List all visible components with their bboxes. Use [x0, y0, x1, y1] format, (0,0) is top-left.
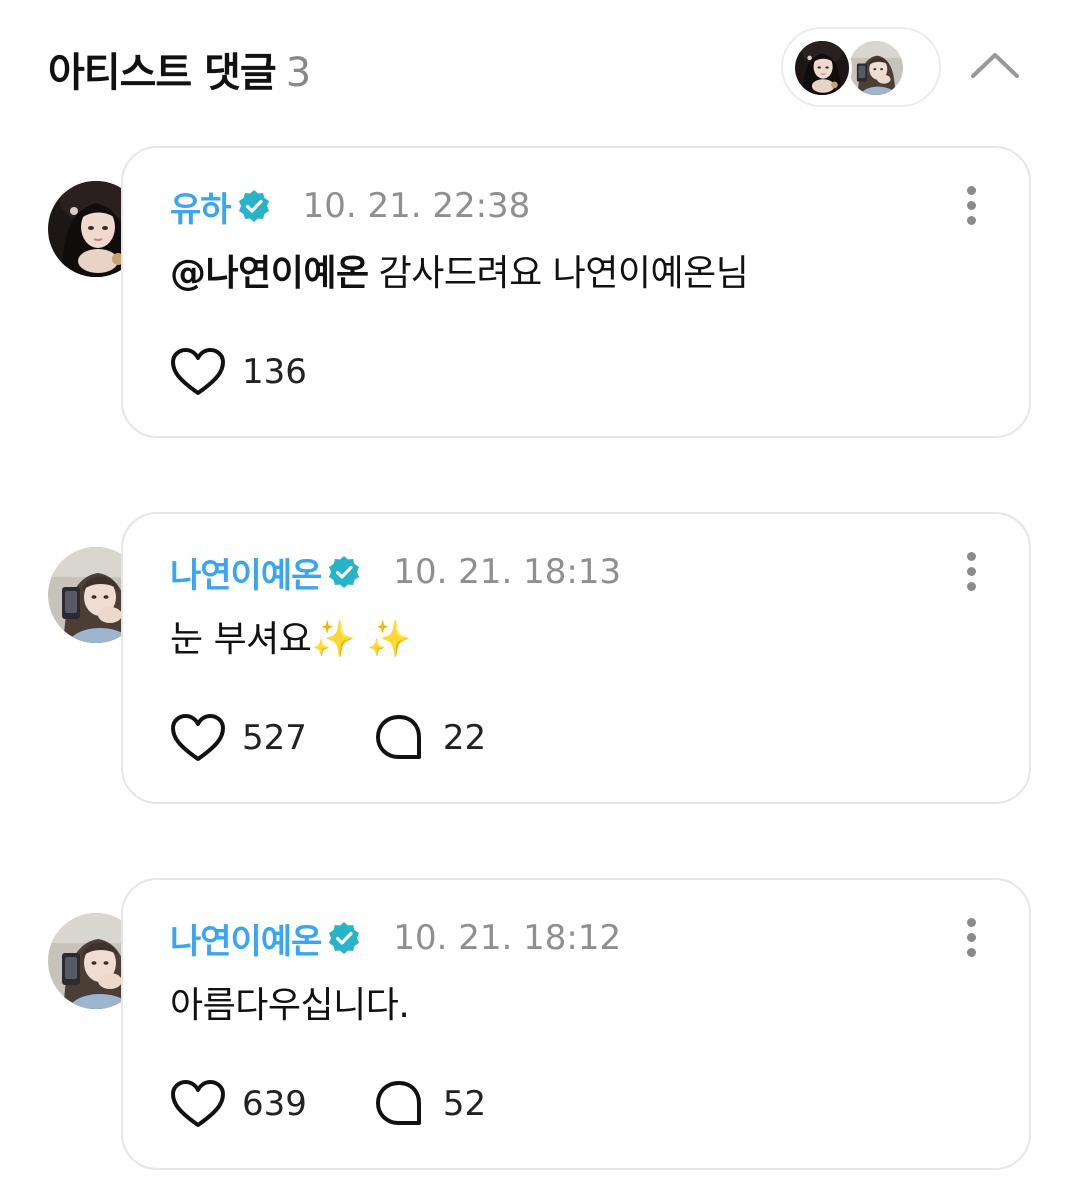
user-mention[interactable]: @나연이예온 [170, 253, 369, 294]
more-vertical-icon [959, 552, 983, 591]
heart-icon [170, 713, 226, 763]
more-vertical-icon [959, 186, 983, 225]
heart-icon [170, 1079, 226, 1129]
speech-bubble-icon [373, 1079, 425, 1129]
comment-text: 눈 부셔요✨ ✨ [170, 619, 412, 660]
like-count: 527 [242, 718, 307, 758]
comment-date: 10. 21. 18:13 [393, 552, 622, 592]
verified-badge-icon [327, 921, 361, 955]
comment-author[interactable]: 나연이예온 [170, 914, 322, 963]
heart-icon [170, 347, 226, 397]
comment-text: 감사드려요 나연이예온님 [378, 253, 749, 294]
artist-comments-header: 아티스트 댓글 3 [0, 0, 1080, 130]
comment-body: 아름다우십니다. [170, 976, 410, 1028]
comment-actions: 639 52 [170, 1076, 486, 1132]
comment-author[interactable]: 나연이예온 [170, 548, 322, 597]
more-options-button[interactable] [959, 918, 983, 962]
like-button[interactable]: 136 [170, 347, 307, 397]
like-count: 639 [242, 1084, 307, 1124]
comment-date: 10. 21. 22:38 [302, 186, 531, 226]
comment-meta: 나연이예온 10. 21. 18:13 [170, 548, 622, 597]
comment-body: @나연이예온 감사드려요 나연이예온님 [170, 244, 749, 296]
chevron-up-icon [971, 53, 1019, 78]
verified-badge-icon [237, 189, 271, 223]
artist-avatar-nayeon [846, 38, 906, 98]
comment-meta: 유하 10. 21. 22:38 [170, 182, 531, 231]
comment-actions: 136 [170, 344, 307, 400]
artist-avatars-pill[interactable] [781, 27, 941, 107]
like-count: 136 [242, 352, 307, 392]
comment-card: 유하 10. 21. 22:38 @나연이예온 감사드려요 나연이예온님 136 [121, 146, 1031, 438]
verified-badge-icon [327, 555, 361, 589]
reply-count: 22 [442, 718, 487, 758]
more-options-button[interactable] [959, 552, 983, 596]
comment-date: 10. 21. 18:12 [393, 918, 622, 958]
comment-meta: 나연이예온 10. 21. 18:12 [170, 914, 622, 963]
speech-bubble-icon [373, 713, 425, 763]
like-button[interactable]: 639 [170, 1079, 307, 1129]
section-title: 아티스트 댓글 3 [48, 40, 311, 98]
reply-button[interactable]: 22 [373, 713, 486, 763]
comment-card: 나연이예온 10. 21. 18:12 아름다우십니다. 639 52 [121, 878, 1031, 1170]
comment-actions: 527 22 [170, 710, 486, 766]
reply-count: 52 [442, 1084, 487, 1124]
reply-button[interactable]: 52 [373, 1079, 486, 1129]
like-button[interactable]: 527 [170, 713, 307, 763]
section-title-label: 아티스트 댓글 [48, 50, 277, 96]
comment-text: 아름다우십니다. [170, 985, 410, 1026]
collapse-button[interactable] [966, 40, 1024, 92]
more-vertical-icon [959, 918, 983, 957]
comment-count: 3 [285, 50, 311, 96]
more-options-button[interactable] [959, 186, 983, 230]
comment-body: 눈 부셔요✨ ✨ [170, 610, 412, 662]
comment-author[interactable]: 유하 [170, 182, 232, 231]
artist-avatar-yuha [792, 38, 852, 98]
comment-card: 나연이예온 10. 21. 18:13 눈 부셔요✨ ✨ 527 22 [121, 512, 1031, 804]
